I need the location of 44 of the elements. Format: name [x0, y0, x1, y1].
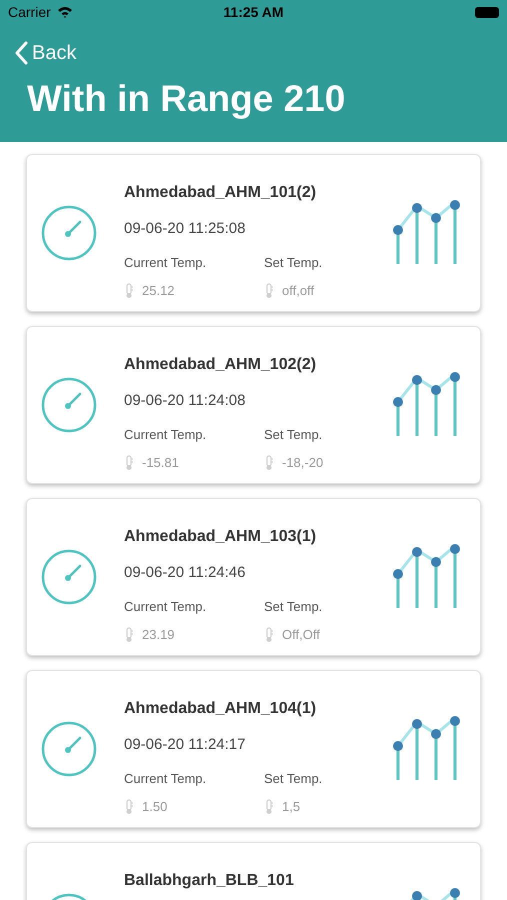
current-temp-value: 23.19: [142, 626, 175, 644]
page-title: With in Range 210: [27, 80, 346, 117]
wifi-icon: [56, 6, 73, 18]
device-card[interactable]: Ahmedabad_AHM_101(2) 09-06-20 11:25:08 Current Temp. 25.12 Set Temp. off,off: [26, 154, 481, 312]
thermometer-icon: [264, 282, 274, 299]
timestamp: 09-06-20 11:24:17: [124, 735, 246, 755]
current-temp-value: 1.50: [142, 798, 168, 816]
thermometer-icon: [124, 454, 134, 471]
timestamp: 09-06-20 11:25:08: [124, 219, 246, 239]
current-temp-label: Current Temp.: [124, 426, 208, 444]
device-name: Ahmedabad_AHM_101(2): [124, 183, 318, 203]
chevron-left-icon: [14, 41, 28, 65]
current-temp-label: Current Temp.: [124, 254, 208, 272]
set-temp-value: 1,5: [282, 798, 300, 816]
thermometer-icon: [264, 798, 274, 815]
clock-label: 11:25 AM: [223, 2, 284, 22]
thermometer-icon: [124, 626, 134, 643]
current-temp-label: Current Temp.: [124, 770, 208, 788]
battery-icon: [475, 6, 499, 18]
current-temp-value: 25.12: [142, 282, 175, 300]
timestamp: 09-06-20 11:24:08: [124, 391, 246, 411]
set-temp-value: off,off: [282, 282, 314, 300]
device-card[interactable]: Ahmedabad_AHM_102(2) 09-06-20 11:24:08 Current Temp. -15.81 Set Temp. -18,-20: [26, 326, 481, 484]
thermometer-icon: [124, 798, 134, 815]
set-temp-label: Set Temp.: [264, 770, 322, 788]
current-temp-value: -15.81: [142, 454, 179, 472]
timestamp: 09-06-20 11:24:46: [124, 563, 246, 583]
device-name: Ballabhgarh_BLB_101: [124, 871, 295, 891]
thermometer-icon: [264, 454, 274, 471]
set-temp-label: Set Temp.: [264, 254, 322, 272]
set-temp-label: Set Temp.: [264, 426, 324, 444]
set-temp-value: Off,Off: [282, 626, 320, 644]
device-card[interactable]: Ballabhgarh_BLB_101: [26, 842, 481, 900]
set-temp-label: Set Temp.: [264, 598, 322, 616]
thermometer-icon: [124, 282, 134, 299]
device-card[interactable]: Ahmedabad_AHM_104(1) 09-06-20 11:24:17 Current Temp. 1.50 Set Temp. 1,5: [26, 670, 481, 828]
current-temp-label: Current Temp.: [124, 598, 208, 616]
device-name: Ahmedabad_AHM_103(1): [124, 527, 318, 547]
carrier-label: Carrier: [8, 2, 51, 22]
thermometer-icon: [264, 626, 274, 643]
device-name: Ahmedabad_AHM_102(2): [124, 355, 318, 375]
device-name: Ahmedabad_AHM_104(1): [124, 699, 318, 719]
set-temp-value: -18,-20: [282, 454, 324, 472]
device-card[interactable]: Ahmedabad_AHM_103(1) 09-06-20 11:24:46 Current Temp. 23.19 Set Temp. Off,Off: [26, 498, 481, 656]
